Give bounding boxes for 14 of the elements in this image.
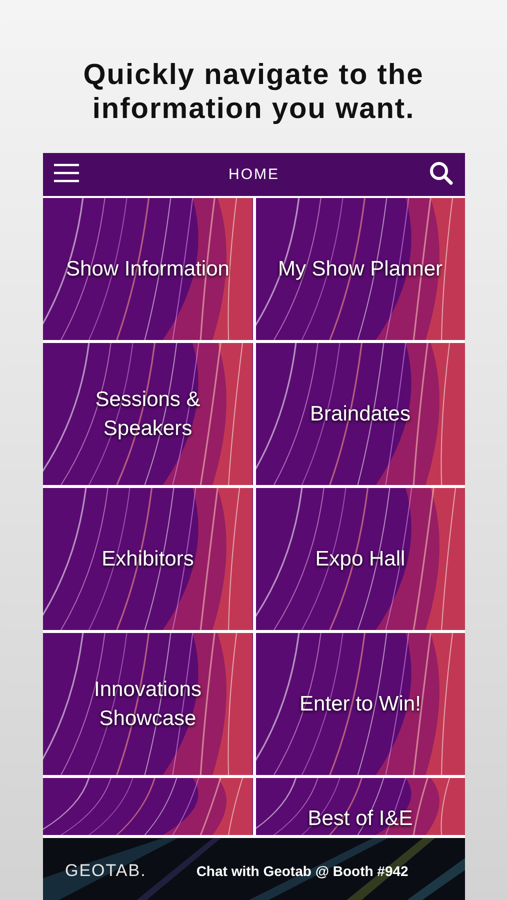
headline: Quickly navigate to the information you want. (82, 58, 425, 126)
menu-tile[interactable]: Best of I&E (256, 778, 465, 835)
menu-tile[interactable]: My Show Planner (256, 198, 465, 340)
sponsor-banner[interactable]: GEOTAB. Chat with Geotab @ Booth #942 (43, 838, 465, 900)
menu-tile[interactable]: Enter to Win! (256, 633, 465, 775)
banner-message: Chat with Geotab @ Booth #942 (196, 862, 408, 878)
menu-tile[interactable]: Expo Hall (256, 488, 465, 630)
menu-tile[interactable]: Show Information (43, 198, 252, 340)
menu-tile[interactable]: Innovations Showcase (43, 633, 252, 775)
menu-tile[interactable]: Sessions & Speakers (43, 343, 252, 485)
screen-title: HOME (228, 166, 280, 183)
sponsor-logo: GEOTAB. (65, 860, 146, 880)
menu-tile[interactable]: Exhibitors (43, 488, 252, 630)
menu-tile[interactable]: Braindates (256, 343, 465, 485)
